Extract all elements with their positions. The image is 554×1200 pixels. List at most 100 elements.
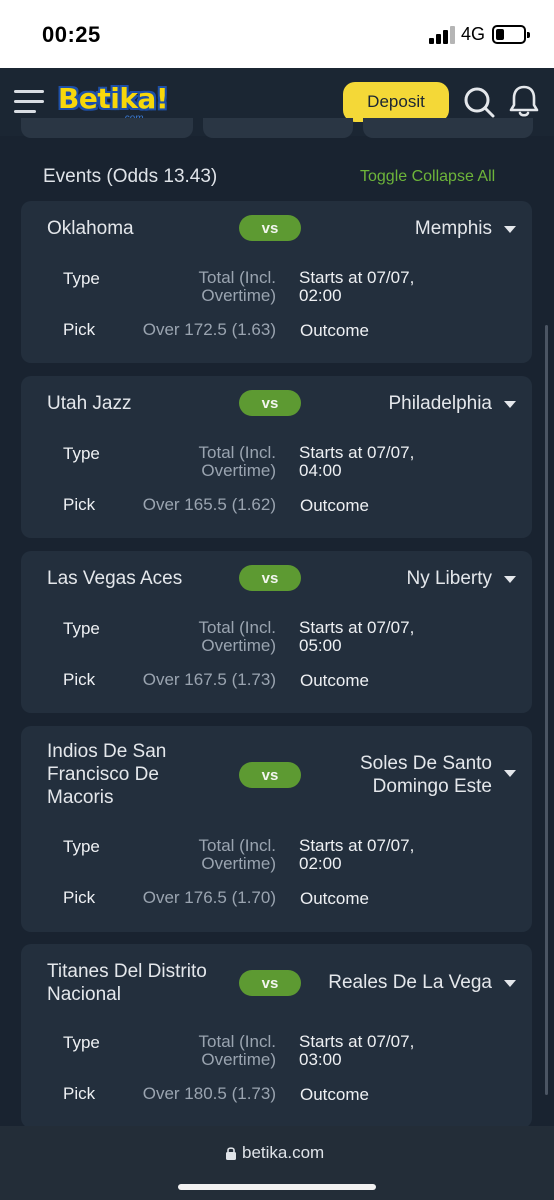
lock-icon bbox=[226, 1147, 236, 1160]
home-team-line2: Nacional bbox=[47, 984, 121, 1005]
outcome-label: Outcome bbox=[300, 321, 369, 340]
bell-icon[interactable] bbox=[508, 84, 540, 118]
pick-value: Over 176.5 (1.70) bbox=[142, 888, 276, 907]
pick-value: Over 167.5 (1.73) bbox=[142, 670, 276, 689]
type-value-line2: Overtime) bbox=[201, 286, 276, 305]
chevron-down-icon[interactable] bbox=[504, 226, 516, 233]
away-team-line2: Domingo Este bbox=[372, 776, 492, 797]
battery-icon bbox=[492, 25, 530, 44]
type-value-line1: Total (Incl. bbox=[198, 443, 276, 462]
pick-label: Pick bbox=[63, 1084, 96, 1103]
start-time-line2: 05:00 bbox=[299, 636, 342, 655]
outcome-label: Outcome bbox=[300, 1085, 369, 1104]
start-time-line1: Starts at 07/07, bbox=[299, 618, 415, 637]
events-title: Events (Odds 13.43) bbox=[43, 166, 218, 187]
type-value: Total (Incl. Overtime) bbox=[199, 1033, 276, 1069]
type-value-line1: Total (Incl. bbox=[198, 618, 276, 637]
event-card[interactable]: Utah Jazz vs Philadelphia Type Total (In… bbox=[21, 376, 532, 538]
away-team: Memphis bbox=[414, 218, 492, 239]
event-card[interactable]: Las Vegas Aces vs Ny Liberty Type Total … bbox=[21, 551, 532, 713]
signal-icon bbox=[429, 26, 455, 44]
type-value-line2: Overtime) bbox=[201, 1050, 276, 1069]
home-indicator[interactable] bbox=[178, 1184, 376, 1190]
home-team-line2: Francisco De bbox=[47, 764, 159, 785]
start-time: Starts at 07/07, 05:00 bbox=[299, 619, 414, 655]
pick-label: Pick bbox=[63, 888, 96, 907]
start-time-line2: 02:00 bbox=[299, 286, 342, 305]
event-card[interactable]: Oklahoma vs Memphis Type Total (Incl. Ov… bbox=[21, 201, 532, 363]
home-team-line3: Macoris bbox=[47, 787, 114, 808]
scrollbar[interactable] bbox=[545, 325, 548, 1095]
start-time: Starts at 07/07, 02:00 bbox=[299, 837, 414, 873]
chevron-down-icon[interactable] bbox=[504, 401, 516, 408]
chevron-down-icon[interactable] bbox=[504, 770, 516, 777]
outcome-label: Outcome bbox=[300, 671, 369, 690]
start-time-line2: 04:00 bbox=[299, 461, 342, 480]
type-value: Total (Incl. Overtime) bbox=[199, 619, 276, 655]
type-value-line2: Overtime) bbox=[201, 636, 276, 655]
vs-badge: vs bbox=[239, 215, 301, 241]
pick-value: Over 172.5 (1.63) bbox=[142, 320, 276, 339]
start-time-line1: Starts at 07/07, bbox=[299, 1032, 415, 1051]
toggle-collapse-all-link[interactable]: Toggle Collapse All bbox=[360, 168, 495, 186]
outcome-label: Outcome bbox=[300, 889, 369, 908]
vs-badge: vs bbox=[239, 390, 301, 416]
type-value-line1: Total (Incl. bbox=[198, 268, 276, 287]
url-text[interactable]: betika.com bbox=[242, 1143, 324, 1163]
status-bar: 00:25 4G bbox=[0, 0, 554, 68]
vs-badge: vs bbox=[239, 970, 301, 996]
pick-label: Pick bbox=[63, 670, 96, 689]
status-time: 00:25 bbox=[42, 22, 101, 47]
start-time-line1: Starts at 07/07, bbox=[299, 443, 415, 462]
type-value: Total (Incl. Overtime) bbox=[199, 269, 276, 305]
start-time: Starts at 07/07, 02:00 bbox=[299, 269, 414, 305]
type-label: Type bbox=[63, 837, 100, 856]
filter-control-1[interactable] bbox=[21, 118, 193, 138]
event-card[interactable]: Titanes Del Distrito Nacional vs Reales … bbox=[21, 944, 532, 1128]
chevron-down-icon[interactable] bbox=[504, 980, 516, 987]
home-team: Titanes Del Distrito Nacional bbox=[47, 960, 207, 1006]
away-team: Reales De La Vega bbox=[328, 972, 492, 993]
start-time-line1: Starts at 07/07, bbox=[299, 268, 415, 287]
type-value: Total (Incl. Overtime) bbox=[199, 837, 276, 873]
type-label: Type bbox=[63, 619, 100, 638]
browser-url-bar[interactable]: betika.com bbox=[0, 1126, 554, 1200]
pick-label: Pick bbox=[63, 495, 96, 514]
start-time-line2: 03:00 bbox=[299, 1050, 342, 1069]
home-team: Oklahoma bbox=[47, 218, 134, 239]
start-time: Starts at 07/07, 03:00 bbox=[299, 1033, 414, 1069]
type-label: Type bbox=[63, 444, 100, 463]
pick-label: Pick bbox=[63, 320, 96, 339]
home-team: Las Vegas Aces bbox=[47, 568, 183, 589]
search-icon[interactable] bbox=[463, 86, 495, 118]
start-time-line2: 02:00 bbox=[299, 854, 342, 873]
chevron-down-icon[interactable] bbox=[504, 576, 516, 583]
home-team-line1: Titanes Del Distrito bbox=[47, 961, 207, 982]
home-team: Utah Jazz bbox=[47, 393, 132, 414]
home-team-line1: Indios De San bbox=[47, 741, 167, 762]
type-label: Type bbox=[63, 269, 100, 288]
outcome-label: Outcome bbox=[300, 496, 369, 515]
type-value-line2: Overtime) bbox=[201, 854, 276, 873]
filter-control-3[interactable] bbox=[363, 118, 533, 138]
vs-badge: vs bbox=[239, 762, 301, 788]
type-value-line1: Total (Incl. bbox=[198, 1032, 276, 1051]
deposit-button[interactable]: Deposit bbox=[343, 82, 449, 122]
start-time: Starts at 07/07, 04:00 bbox=[299, 444, 414, 480]
type-value-line1: Total (Incl. bbox=[198, 836, 276, 855]
network-label: 4G bbox=[461, 24, 486, 44]
away-team: Philadelphia bbox=[388, 393, 492, 414]
logo-text: Betika! bbox=[58, 82, 169, 115]
event-card[interactable]: Indios De San Francisco De Macoris vs So… bbox=[21, 726, 532, 932]
start-time-line1: Starts at 07/07, bbox=[299, 836, 415, 855]
pick-value: Over 180.5 (1.73) bbox=[142, 1084, 276, 1103]
filter-control-2[interactable] bbox=[203, 118, 353, 138]
pick-value: Over 165.5 (1.62) bbox=[142, 495, 276, 514]
menu-icon[interactable] bbox=[14, 90, 44, 114]
home-team: Indios De San Francisco De Macoris bbox=[47, 740, 166, 809]
type-value-line2: Overtime) bbox=[201, 461, 276, 480]
vs-badge: vs bbox=[239, 565, 301, 591]
away-team-line1: Soles De Santo bbox=[359, 753, 492, 774]
away-team: Ny Liberty bbox=[406, 568, 492, 589]
type-value: Total (Incl. Overtime) bbox=[199, 444, 276, 480]
